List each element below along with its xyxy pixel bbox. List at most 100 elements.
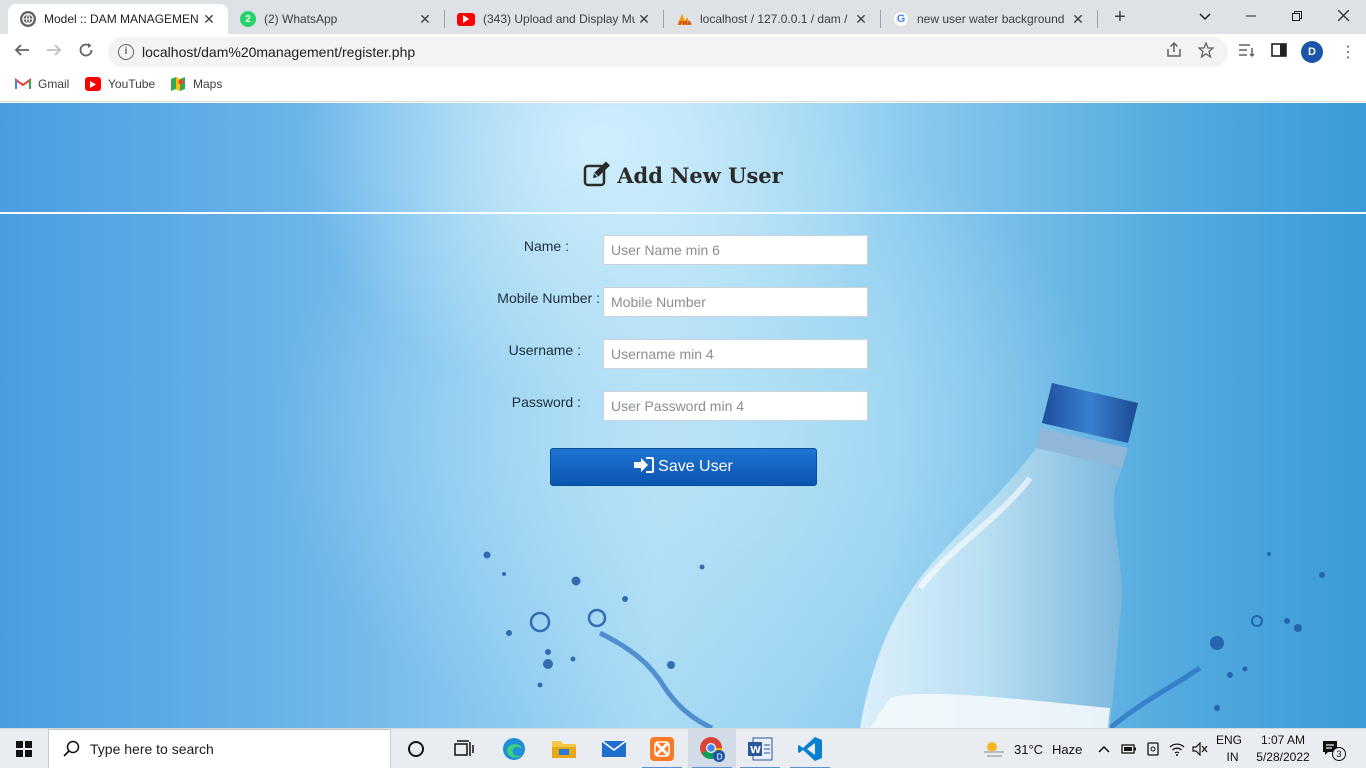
chrome-taskbar-app[interactable]: D [688, 729, 736, 768]
share-icon[interactable] [1166, 41, 1182, 62]
taskbar-search[interactable]: Type here to search [48, 729, 391, 768]
whatsapp-icon: 2 [240, 11, 256, 27]
menu-icon[interactable]: ⋮ [1340, 42, 1356, 62]
name-label: Name : [523, 238, 569, 254]
youtube-icon [457, 12, 475, 26]
reading-list-icon[interactable] [1238, 42, 1256, 62]
svg-text:D: D [717, 753, 723, 762]
forward-button[interactable] [40, 38, 68, 66]
haze-sun-icon [984, 742, 1004, 757]
arrow-right-icon [47, 44, 62, 56]
page-title-text: Add New User [617, 163, 783, 188]
battery-icon [1121, 744, 1136, 754]
taskbar: Type here to search D W 31°C Haze ENG IN… [0, 728, 1366, 768]
sign-in-icon [634, 456, 655, 478]
chevron-down-icon [1199, 13, 1211, 21]
close-tab-icon[interactable]: ✕ [1069, 11, 1087, 28]
tab-phpmyadmin[interactable]: PMA localhost / 127.0.0.1 / dam / ✕ [664, 4, 880, 34]
language-indicator[interactable]: ENG IN [1216, 729, 1242, 768]
close-tab-icon[interactable]: ✕ [635, 11, 653, 28]
tab-divider [1097, 10, 1098, 28]
back-button[interactable] [8, 38, 36, 66]
edge-taskbar-app[interactable] [490, 729, 538, 768]
google-icon: G [893, 11, 909, 27]
tab-dam-management[interactable]: Model :: DAM MANAGEMEN ✕ [8, 4, 228, 34]
xampp-taskbar-app[interactable] [638, 729, 686, 768]
language-region: IN [1226, 750, 1239, 764]
site-info-icon[interactable]: i [118, 44, 134, 60]
mobile-number-label: Mobile Number : [497, 290, 600, 306]
bookmark-youtube[interactable]: YouTube [85, 77, 155, 91]
taskbar-clock[interactable]: 1:07 AM 5/28/2022 [1250, 732, 1316, 766]
tab-search-button[interactable] [1182, 0, 1228, 32]
file-explorer-taskbar-app[interactable] [540, 729, 588, 768]
battery-tray-icon[interactable] [1121, 729, 1137, 768]
page-content: Add New User Name : Mobile Number : User… [0, 103, 1366, 728]
water-bottle-graphic [860, 383, 1138, 728]
volume-muted-icon [1192, 742, 1208, 756]
youtube-icon [85, 77, 101, 91]
wifi-tray-icon[interactable] [1169, 729, 1185, 768]
close-tab-icon[interactable]: ✕ [852, 11, 870, 28]
address-bar[interactable]: i localhost/dam%20management/register.ph… [108, 37, 1228, 67]
tab-title: (343) Upload and Display Mu [483, 12, 635, 26]
chrome-icon: D [700, 737, 725, 762]
cortana-button[interactable] [392, 729, 440, 768]
meet-now-tray-icon[interactable] [1146, 729, 1160, 768]
password-input[interactable] [603, 391, 868, 421]
mail-taskbar-app[interactable] [590, 729, 638, 768]
new-tab-button[interactable]: + [1108, 4, 1132, 30]
volume-tray-icon[interactable] [1192, 729, 1208, 768]
reload-button[interactable] [72, 38, 100, 66]
edge-icon [503, 738, 525, 760]
close-tab-icon[interactable]: ✕ [416, 11, 434, 28]
title-divider [0, 212, 1366, 214]
weather-condition: Haze [1052, 741, 1083, 757]
device-icon [1147, 742, 1159, 756]
notifications-button[interactable]: 3 [1322, 729, 1346, 768]
username-input[interactable] [603, 339, 868, 369]
tab-title: Model :: DAM MANAGEMEN [44, 12, 199, 26]
close-icon [1337, 9, 1349, 22]
edit-icon [583, 161, 611, 192]
arrow-left-icon [14, 44, 29, 56]
tab-strip: Model :: DAM MANAGEMEN ✕ 2 (2) WhatsApp … [0, 0, 1366, 34]
clock-time: 1:07 AM [1260, 733, 1306, 747]
username-label: Username : [508, 342, 581, 358]
tab-youtube[interactable]: (343) Upload and Display Mu ✕ [445, 4, 663, 34]
tab-google-search[interactable]: G new user water background ✕ [881, 4, 1097, 34]
word-icon: W [748, 737, 773, 761]
show-hidden-icons-button[interactable] [1098, 729, 1110, 768]
language-code: ENG [1216, 733, 1243, 747]
mobile-number-input[interactable] [603, 287, 868, 317]
close-tab-icon[interactable]: ✕ [200, 11, 218, 28]
bookmark-maps[interactable]: Maps [170, 77, 222, 91]
bookmark-star-icon[interactable] [1197, 41, 1215, 62]
word-taskbar-app[interactable]: W [736, 729, 784, 768]
notification-count: 3 [1332, 747, 1346, 761]
profile-avatar[interactable]: D [1301, 41, 1323, 63]
tab-title: (2) WhatsApp [264, 12, 338, 26]
start-button[interactable] [0, 729, 48, 768]
vscode-taskbar-app[interactable] [786, 729, 834, 768]
maps-icon [170, 77, 186, 91]
bookmark-gmail[interactable]: Gmail [15, 77, 69, 91]
close-window-button[interactable] [1320, 0, 1366, 32]
side-panel-icon[interactable] [1271, 42, 1287, 62]
bookmarks-bar: Gmail YouTube Maps [0, 70, 1366, 102]
minimize-icon [1246, 15, 1256, 17]
restore-icon [1292, 11, 1302, 21]
minimize-button[interactable] [1228, 0, 1274, 32]
phpmyadmin-icon: PMA [676, 11, 692, 27]
restore-button[interactable] [1274, 0, 1320, 32]
tab-whatsapp[interactable]: 2 (2) WhatsApp ✕ [228, 4, 444, 34]
url-text[interactable]: localhost/dam%20management/register.php [142, 44, 415, 60]
name-input[interactable] [603, 235, 868, 265]
tab-title: new user water background [917, 12, 1065, 26]
task-view-button[interactable] [440, 729, 488, 768]
clock-date: 5/28/2022 [1256, 750, 1310, 764]
browser-toolbar: i localhost/dam%20management/register.ph… [0, 34, 1366, 70]
weather-widget[interactable]: 31°C Haze [982, 729, 1082, 768]
folder-icon [552, 741, 576, 758]
save-user-button[interactable]: Save User [550, 448, 817, 486]
